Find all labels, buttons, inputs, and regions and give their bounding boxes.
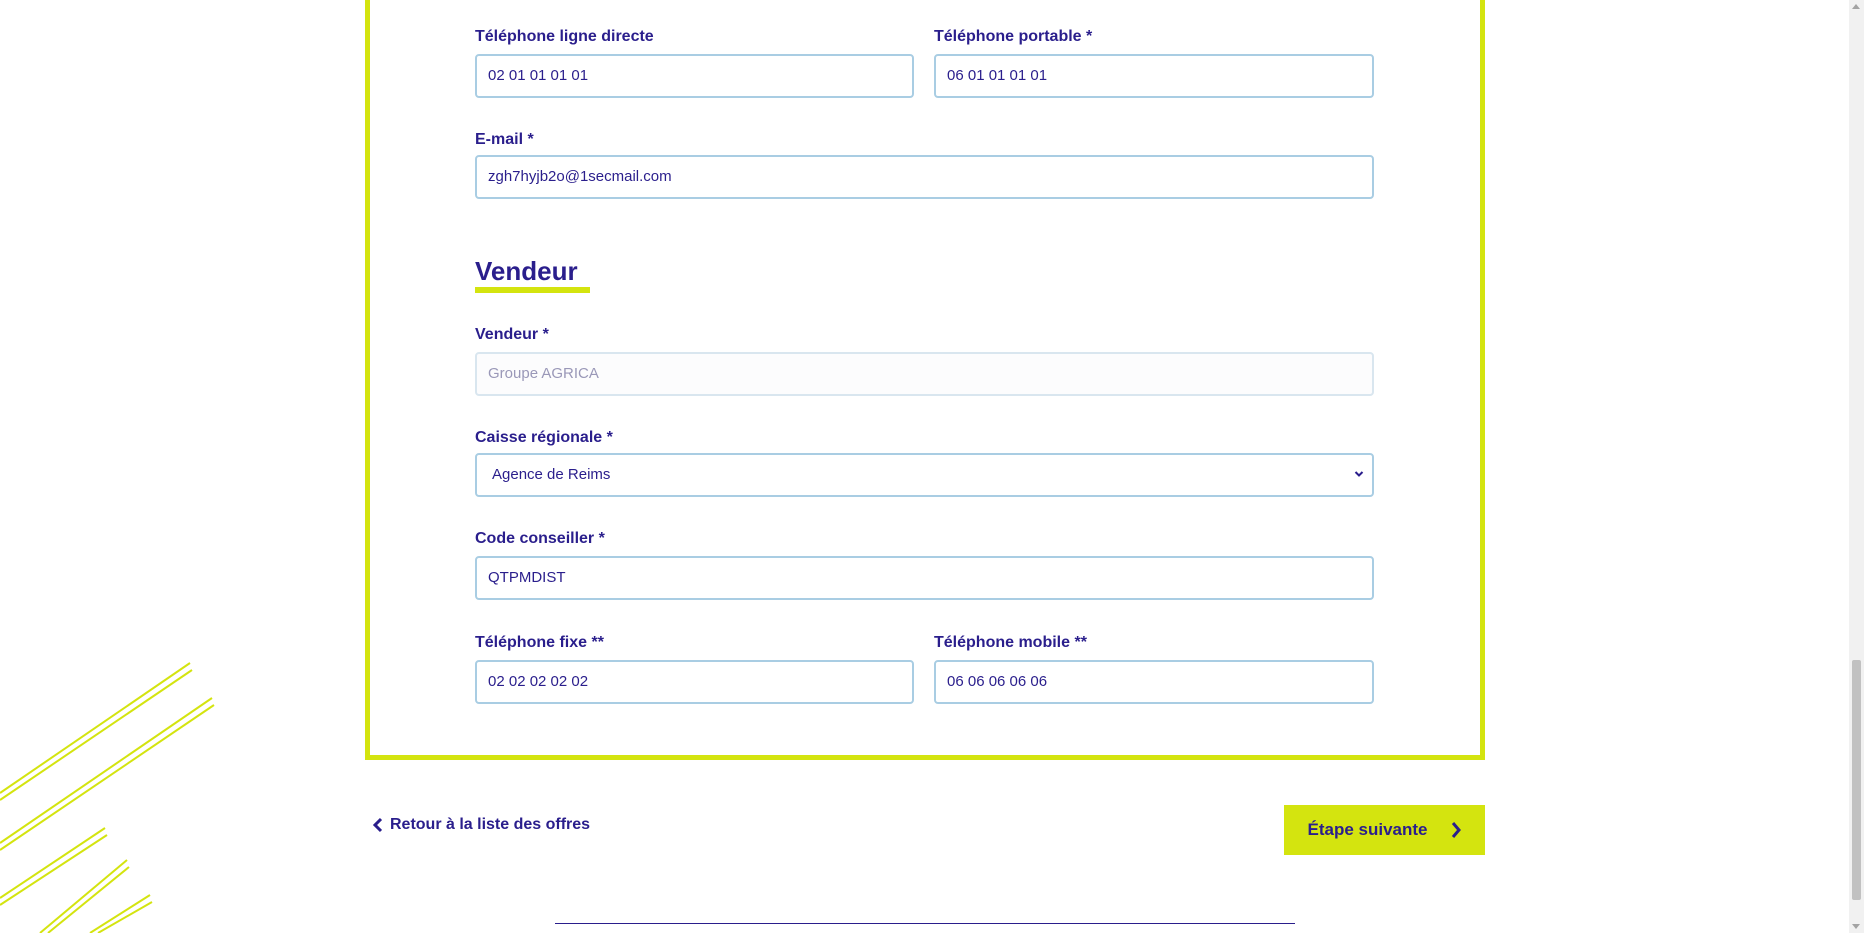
mobile-phone-input[interactable]: 06 01 01 01 01 [934, 54, 1374, 98]
scrollbar-thumb[interactable] [1852, 660, 1861, 900]
landline-input[interactable]: 02 02 02 02 02 [475, 660, 914, 704]
advisor-code-label: Code conseiller * [475, 530, 605, 547]
page: Téléphone ligne directe 02 01 01 01 01 T… [0, 0, 1864, 933]
cellphone-label: Téléphone mobile ** [934, 634, 1087, 651]
page-scrollbar[interactable] [1849, 0, 1864, 933]
chevron-right-icon [1451, 822, 1461, 838]
section-title-underline [475, 287, 590, 293]
regional-bank-select[interactable]: Agence de Reims [475, 453, 1374, 497]
back-link-label: Retour à la liste des offres [390, 816, 591, 833]
advisor-code-input[interactable]: QTPMDIST [475, 556, 1374, 600]
seller-section-title: Vendeur [475, 256, 578, 286]
cellphone-input[interactable]: 06 06 06 06 06 [934, 660, 1374, 704]
footer-divider [555, 923, 1295, 924]
email-input[interactable]: zgh7hyjb2o@1secmail.com [475, 155, 1374, 199]
chevron-down-icon [1354, 471, 1364, 477]
email-label: E-mail * [475, 131, 534, 148]
back-to-offers-link[interactable]: Retour à la liste des offres [372, 816, 590, 834]
next-step-button[interactable]: Étape suivante [1284, 805, 1485, 855]
mobile-phone-label: Téléphone portable * [934, 28, 1093, 45]
chevron-left-icon [372, 817, 383, 833]
regional-bank-label: Caisse régionale * [475, 429, 613, 446]
seller-label: Vendeur * [475, 326, 549, 343]
direct-phone-label: Téléphone ligne directe [475, 28, 654, 45]
decorative-lines [0, 662, 215, 933]
scroll-down-arrow-icon[interactable] [1852, 924, 1860, 929]
regional-bank-selected-value: Agence de Reims [492, 466, 611, 483]
landline-label: Téléphone fixe ** [475, 634, 604, 651]
next-step-label: Étape suivante [1307, 820, 1428, 839]
scroll-up-arrow-icon[interactable] [1852, 4, 1860, 9]
direct-phone-input[interactable]: 02 01 01 01 01 [475, 54, 914, 98]
seller-input: Groupe AGRICA [475, 352, 1374, 396]
